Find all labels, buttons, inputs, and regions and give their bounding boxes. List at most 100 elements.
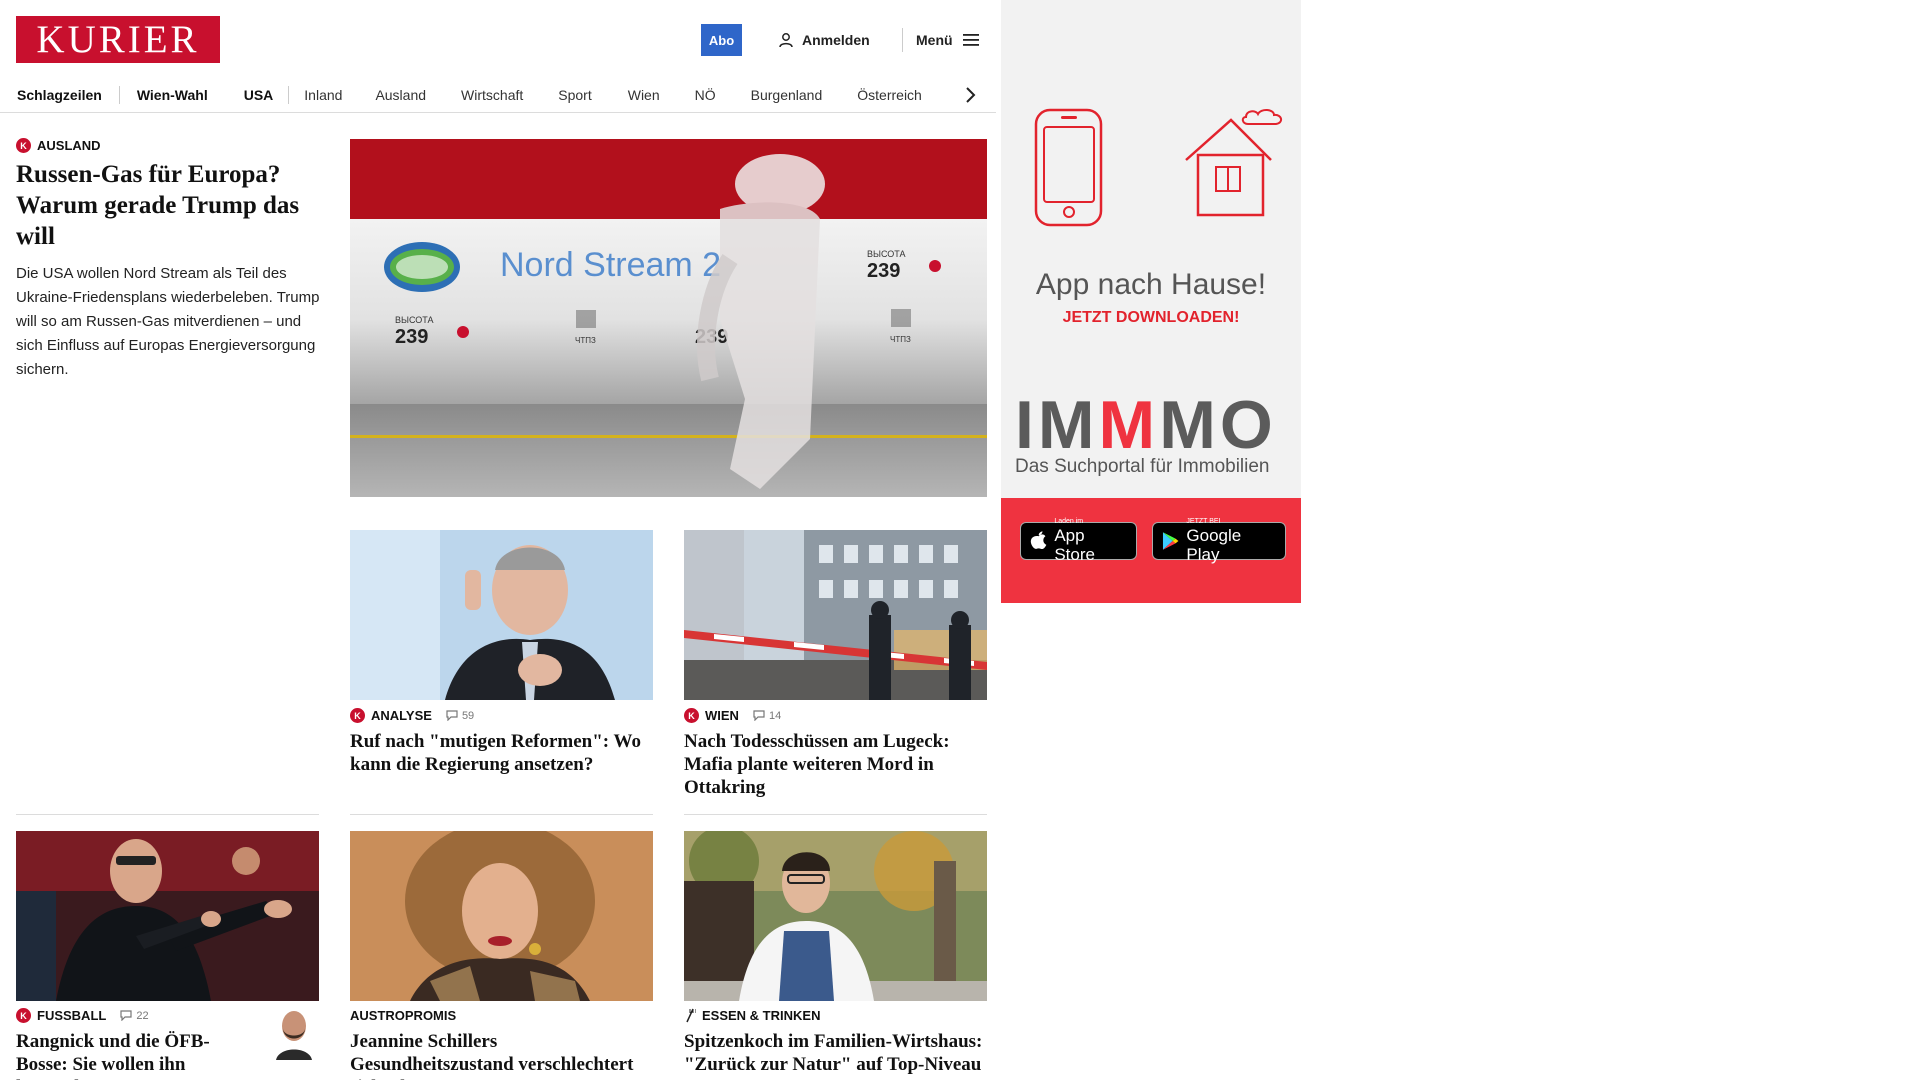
category-nav: Schlagzeilen Wien-Wahl USA Inland Auslan… [0,78,996,112]
phone-icon [1034,108,1103,227]
immmo-app-ad[interactable]: App nach Hause! JETZT DOWNLOADEN! IMMMO … [1001,0,1301,603]
kurier-k-badge-icon: K [16,138,31,153]
nav-item-burgenland[interactable]: Burgenland [751,87,823,103]
immmo-logo-part-b: MO [1159,387,1277,463]
ad-headline: App nach Hause! [1035,268,1267,301]
comment-count[interactable]: 59 [446,710,474,722]
comment-count[interactable]: 22 [120,1009,149,1022]
pipe-number-1: 239 [395,326,428,348]
google-play-label: Google Play [1186,526,1242,564]
immmo-logo: IMMMO [1015,390,1277,460]
header-divider [902,28,903,52]
login-label: Anmelden [802,32,870,48]
article-card-essen-trinken[interactable]: ESSEN & TRINKEN Spitzenkoch im Familien-… [684,1008,987,1076]
nav-item-ausland[interactable]: Ausland [375,87,426,103]
pipe-number-3: 239 [867,260,900,282]
pipe-plant-code-1: ЧТПЗ [575,336,596,345]
lead-kicker-label: AUSLAND [37,138,101,153]
card-headline[interactable]: Nach Todesschüssen am Lugeck: Mafia plan… [684,730,987,799]
comment-count-value: 14 [768,709,782,722]
author-avatar [274,1008,314,1060]
article-card-austropromis[interactable]: AUSTROPROMIS Jeannine Schillers Gesundhe… [350,1008,653,1080]
comment-icon [446,710,458,721]
pipe-marking-3: ВЫСОТА [867,249,905,259]
hamburger-icon [962,34,979,46]
kurier-k-badge-icon: K [350,708,365,723]
card-image-austropromis[interactable] [350,831,653,1001]
nav-item-wirtschaft[interactable]: Wirtschaft [461,87,523,103]
immmo-logo-part-a: IM [1015,387,1099,463]
nav-item-oesterreich[interactable]: Österreich [857,87,922,103]
immmo-logo-part-m: M [1098,387,1160,463]
pipe-label: Nord Stream 2 [500,246,721,284]
nav-item-noe[interactable]: NÖ [695,87,716,103]
card-kicker-label: AUSTROPROMIS [350,1008,457,1023]
article-card-analyse[interactable]: K ANALYSE 59 Ruf nach "mutigen Reformen"… [350,708,653,776]
news-page: KURIER Abo Anmelden Menü Schlagzeilen Wi… [0,0,1001,1080]
abo-button[interactable]: Abo [701,24,742,56]
card-kicker[interactable]: ESSEN & TRINKEN [684,1008,987,1023]
nav-item-wien-wahl[interactable]: Wien-Wahl [137,87,208,103]
nav-divider-line [0,112,996,113]
app-store-small: Laden im [1054,518,1084,525]
card-kicker[interactable]: K WIEN 14 [684,708,987,723]
fork-icon [686,1008,696,1023]
card-image-analyse[interactable] [350,530,653,700]
nav-item-inland[interactable]: Inland [304,87,342,103]
card-image-wien[interactable] [684,530,987,700]
nord-stream-pipe-photo: Nord Stream 2 ВЫСОТА 239 239 ВЫСОТА 239 … [350,139,987,497]
card-image-fussball[interactable] [16,831,319,1001]
immmo-tagline: Das Suchportal für Immobilien [1015,456,1270,477]
comment-count-value: 59 [461,709,475,722]
card-kicker-label: FUSSBALL [37,1008,107,1023]
card-headline[interactable]: Spitzenkoch im Familien-Wirtshaus: "Zurü… [684,1030,987,1076]
lead-teaser: Die USA wollen Nord Stream als Teil des … [16,265,320,378]
kurier-k-badge-icon: K [16,1008,31,1023]
comment-count-value: 22 [136,1009,149,1022]
google-play-button[interactable]: JETZT BEI Google Play [1152,518,1286,564]
card-kicker-label: ESSEN & TRINKEN [702,1008,821,1023]
comment-count[interactable]: 14 [753,710,781,722]
lead-article[interactable]: K AUSLAND Russen-Gas für Europa? Warum g… [16,138,321,382]
card-kicker-label: WIEN [705,708,739,723]
nav-item-usa[interactable]: USA [244,87,274,103]
menu-label: Menü [916,32,953,48]
pipe-marking-1: ВЫСОТА [395,315,433,325]
nav-item-schlagzeilen[interactable]: Schlagzeilen [17,87,102,103]
section-divider [16,814,319,815]
nav-divider [288,86,290,104]
lead-image[interactable]: Nord Stream 2 ВЫСОТА 239 239 ВЫСОТА 239 … [350,139,987,497]
article-card-wien[interactable]: K WIEN 14 Nach Todesschüssen am Lugeck: … [684,708,987,799]
comment-icon [753,710,765,721]
google-play-small: JETZT BEI [1186,518,1221,525]
card-kicker-label: ANALYSE [371,708,432,723]
kurier-k-badge-icon: K [684,708,699,723]
section-divider [684,814,987,815]
card-kicker[interactable]: AUSTROPROMIS [350,1008,653,1023]
user-icon [779,33,793,48]
google-play-icon [1162,532,1179,550]
apple-icon [1030,531,1047,550]
house-icon [1185,109,1282,217]
crime-scene-photo [684,530,987,700]
card-headline[interactable]: Rangnick und die ÖFB-Bosse: Sie wollen i… [16,1030,256,1080]
menu-button[interactable]: Menü [916,29,979,51]
ad-subline: JETZT DOWNLOADEN! [1062,309,1240,326]
nav-divider [118,86,120,104]
nav-scroll-right-button[interactable] [964,78,976,112]
lead-kicker[interactable]: K AUSLAND [16,138,321,153]
card-image-essen-trinken[interactable] [684,831,987,1001]
card-kicker[interactable]: K ANALYSE 59 [350,708,653,723]
nav-item-wien[interactable]: Wien [628,87,660,103]
nav-item-sport[interactable]: Sport [558,87,591,103]
kurier-logo[interactable]: KURIER [16,16,220,63]
card-headline[interactable]: Ruf nach "mutigen Reformen": Wo kann die… [350,730,653,776]
login-button[interactable]: Anmelden [778,29,870,51]
app-store-button[interactable]: Laden im App Store [1020,518,1137,564]
lead-headline[interactable]: Russen-Gas für Europa? Warum gerade Trum… [16,159,321,252]
article-card-fussball[interactable]: K FUSSBALL 22 Rangnick und die ÖFB-Bosse… [16,1008,319,1080]
section-divider [350,814,653,815]
pipe-plant-code-2: ЧТПЗ [890,335,911,344]
card-headline[interactable]: Jeannine Schillers Gesundheitszustand ve… [350,1030,653,1080]
celebrity-photo [350,831,653,1001]
